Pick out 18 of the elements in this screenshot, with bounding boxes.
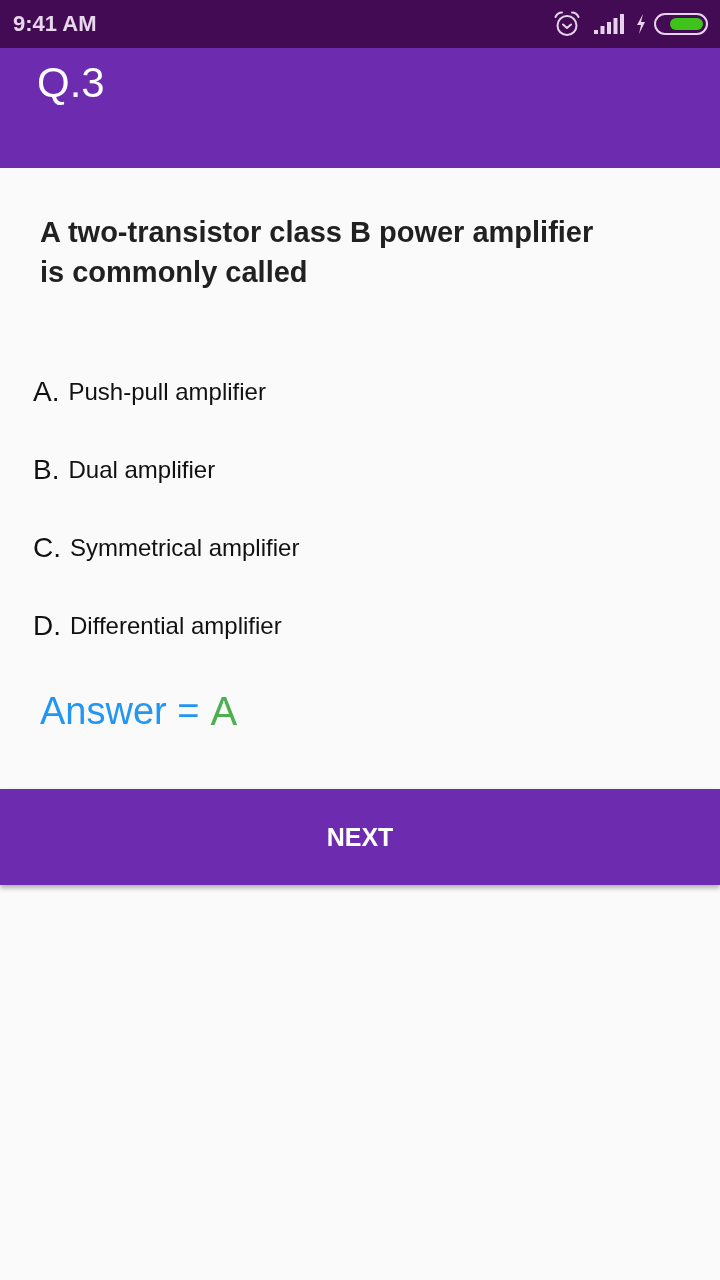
battery-icon [654,13,708,35]
question-text: A two-transistor class B power amplifier is commonly called [40,215,595,290]
option-text: Dual amplifier [68,456,216,484]
signal-icon [594,14,624,34]
answer-value: A [210,688,238,734]
question-number-title: Q.3 [37,58,105,108]
option-letter: C. [33,532,61,564]
option-letter: B. [33,454,60,486]
status-time: 9:41 AM [13,11,97,37]
option-letter: D. [33,610,61,642]
alarm-clock-icon [554,11,580,37]
option-text: Symmetrical amplifier [70,534,300,562]
option-text: Push-pull amplifier [68,378,266,406]
charging-bolt-icon [636,14,646,34]
answer-label: Answer = [40,689,200,733]
option-letter: A. [33,376,60,408]
next-button[interactable]: NEXT [0,789,720,885]
option-text: Differential amplifier [70,612,282,640]
